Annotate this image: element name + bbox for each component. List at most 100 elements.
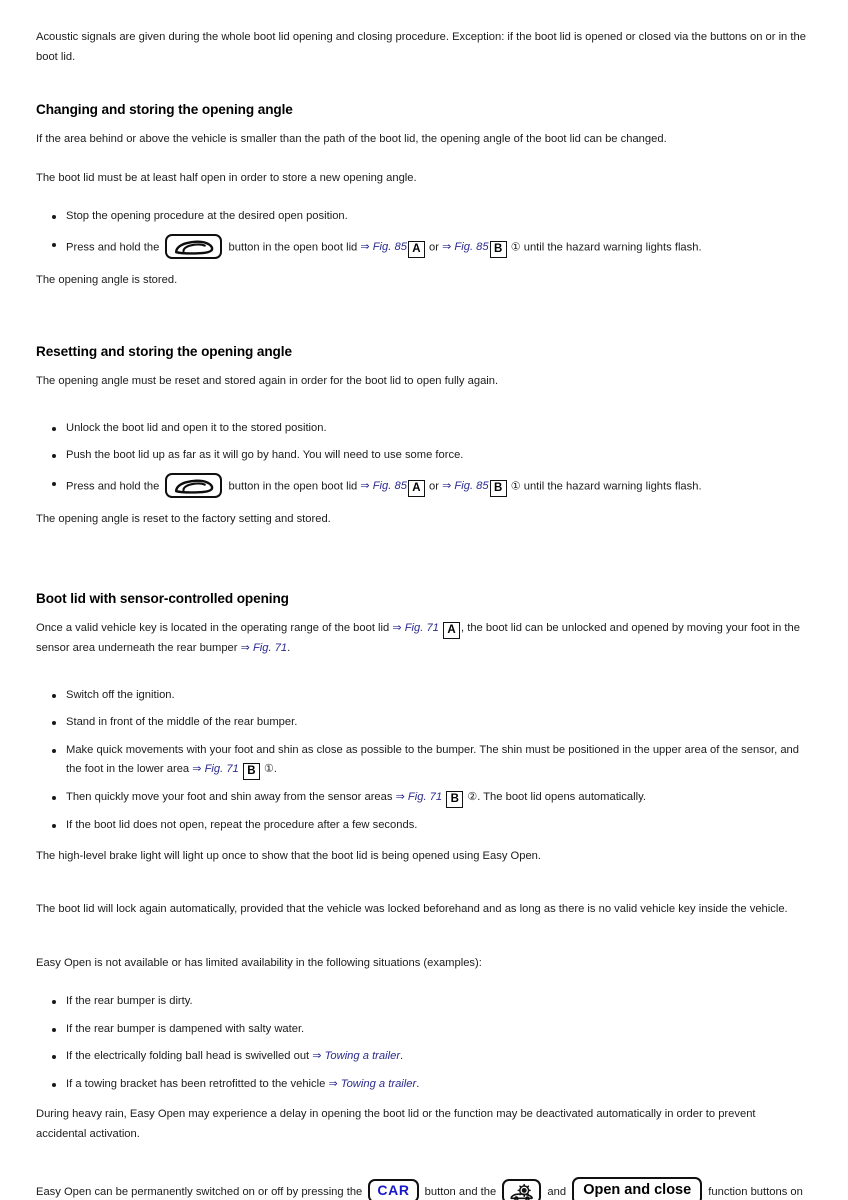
arrow-icon: ⇒ (442, 479, 452, 492)
sensor-paragraph-5: During heavy rain, Easy Open may experie… (36, 1108, 756, 1140)
arrow-icon: ⇒ (312, 1050, 322, 1062)
manual-page: Acoustic signals are given during the wh… (0, 0, 848, 1200)
boot-lid-icon (167, 238, 220, 257)
list-item: Press and hold the button in the open bo… (36, 472, 816, 499)
bullet-text-tail: . (400, 1050, 404, 1062)
bullet-text-mid: button in the open boot lid (228, 479, 358, 492)
bullet-text-lead: Make quick movements with your foot and … (66, 743, 799, 776)
list-item: Stop the opening procedure at the desire… (36, 207, 816, 227)
heading-changing-and-storing: Changing and storing the opening angle (36, 102, 293, 117)
bullet-text-lead: Press and hold the (66, 479, 160, 492)
bullet-text: If the rear bumper is dirty. (66, 995, 193, 1007)
list-item: Then quickly move your foot and shin awa… (36, 788, 816, 808)
towing-link-label: Towing a trailer (324, 1050, 401, 1062)
bullet-text-lead: Then quickly move your foot and shin awa… (66, 791, 393, 803)
bullet-text: Stand in front of the middle of the rear… (66, 716, 298, 728)
boot-lid-button-badge[interactable] (165, 233, 223, 259)
list-item: If the rear bumper is dampened with salt… (36, 1020, 816, 1040)
figure-reference-85a[interactable]: ⇒ Fig. 85 A (360, 479, 426, 497)
figure-link-label: Fig. 85 (372, 240, 407, 253)
list-item: If the boot lid does not open, repeat th… (36, 816, 816, 836)
figure-reference-85b[interactable]: ⇒ Fig. 85 B (442, 479, 508, 497)
figure-callout-letter: A (443, 622, 460, 639)
bullet-text: If the rear bumper is dampened with salt… (66, 1022, 305, 1035)
figure-callout-letter: B (446, 791, 464, 808)
list-item: Switch off the ignition. (36, 686, 816, 706)
open-and-close-button-badge[interactable]: Open and close (572, 1177, 703, 1200)
resetting-paragraph-1: The opening angle must be reset and stor… (36, 375, 499, 387)
list-item: Make quick movements with your foot and … (36, 741, 816, 780)
limitations-bullet-list: If the rear bumper is dirty. If the rear… (36, 992, 816, 1094)
figure-reference-71b[interactable]: ⇒ Fig. 71 B (396, 791, 465, 808)
bullet-text-lead: If the electrically folding ball head is… (66, 1050, 310, 1062)
bullet-text: Stop the opening procedure at the desire… (66, 210, 348, 222)
list-item: If the rear bumper is dirty. (36, 992, 816, 1012)
arrow-icon: ⇒ (442, 240, 452, 253)
bullet-text: Switch off the ignition. (66, 688, 175, 701)
paragraph-text-lead: Easy Open can be permanently switched on… (36, 1185, 363, 1198)
figure-link-label: Fig. 85 (454, 240, 489, 253)
vehicle-settings-button-badge[interactable] (502, 1178, 542, 1200)
arrow-icon: ⇒ (192, 763, 202, 775)
changing-closing-line: The opening angle is stored. (36, 273, 178, 286)
list-item: Unlock the boot lid and open it to the s… (36, 419, 816, 439)
boot-lid-icon (167, 477, 220, 496)
figure-link-label: Fig. 71 (404, 622, 439, 634)
infotainment-paragraph: Easy Open can be permanently switched on… (36, 1177, 808, 1200)
changing-paragraph-1: If the area behind or above the vehicle … (36, 133, 667, 145)
bullet-text-lead: If a towing bracket has been retrofitted… (66, 1077, 326, 1090)
circled-number-2: ② (467, 791, 478, 803)
figure-callout-letter: B (489, 240, 507, 258)
figure-reference-71a[interactable]: ⇒ Fig. 71 A (392, 622, 461, 639)
sensor-paragraph-1: Once a valid vehicle key is located in t… (36, 619, 808, 659)
bullet-text-tail: until the hazard warning lights flash. (523, 479, 702, 492)
paragraph-text-mid-2: and (547, 1185, 567, 1198)
bullet-text-mid: button in the open boot lid (228, 240, 358, 253)
figure-link-label: Fig. 85 (454, 479, 489, 492)
resetting-closing-line: The opening angle is reset to the factor… (36, 512, 331, 525)
vehicle-settings-icon (504, 1183, 539, 1200)
figure-callout-letter: A (407, 240, 425, 258)
circled-number-1: ① (510, 240, 521, 253)
paragraph-text-lead: Once a valid vehicle key is located in t… (36, 622, 390, 634)
towing-link-label: Towing a trailer (340, 1077, 417, 1090)
figure-reference-71b[interactable]: ⇒ Fig. 71 B (192, 763, 261, 780)
figure-reference-71[interactable]: ⇒ Fig. 71 (241, 642, 288, 654)
car-button-badge[interactable]: CAR (368, 1179, 419, 1200)
paragraph-text-tail: . (287, 642, 291, 654)
arrow-icon: ⇒ (240, 642, 250, 654)
bullet-text-tail: . (416, 1077, 420, 1090)
figure-reference-85b[interactable]: ⇒ Fig. 85 B (442, 240, 508, 258)
list-item: If a towing bracket has been retrofitted… (36, 1075, 816, 1095)
towing-trailer-reference[interactable]: ⇒ Towing a trailer (312, 1050, 400, 1062)
sensor-paragraph-2: The high-level brake light will light up… (36, 849, 541, 862)
towing-trailer-reference[interactable]: ⇒ Towing a trailer (328, 1078, 416, 1090)
circled-number-1: ① (510, 479, 521, 492)
circled-number-1: ① (264, 763, 274, 775)
figure-callout-letter: B (489, 479, 507, 497)
changing-bullet-list: Stop the opening procedure at the desire… (36, 207, 816, 260)
figure-reference-85a[interactable]: ⇒ Fig. 85 A (360, 240, 426, 258)
heading-resetting-and-storing: Resetting and storing the opening angle (36, 344, 292, 359)
changing-paragraph-2: The boot lid must be at least half open … (36, 171, 417, 184)
figure-callout-letter: A (407, 479, 425, 497)
figure-callout-letter: B (242, 763, 260, 780)
list-item: Stand in front of the middle of the rear… (36, 713, 816, 733)
conjunction-or: or (429, 240, 439, 253)
list-item: Press and hold the button in the open bo… (36, 233, 816, 260)
list-item: If the electrically folding ball head is… (36, 1047, 816, 1067)
boot-lid-button-badge[interactable] (165, 472, 223, 498)
figure-link-label: Fig. 71 (252, 642, 288, 654)
